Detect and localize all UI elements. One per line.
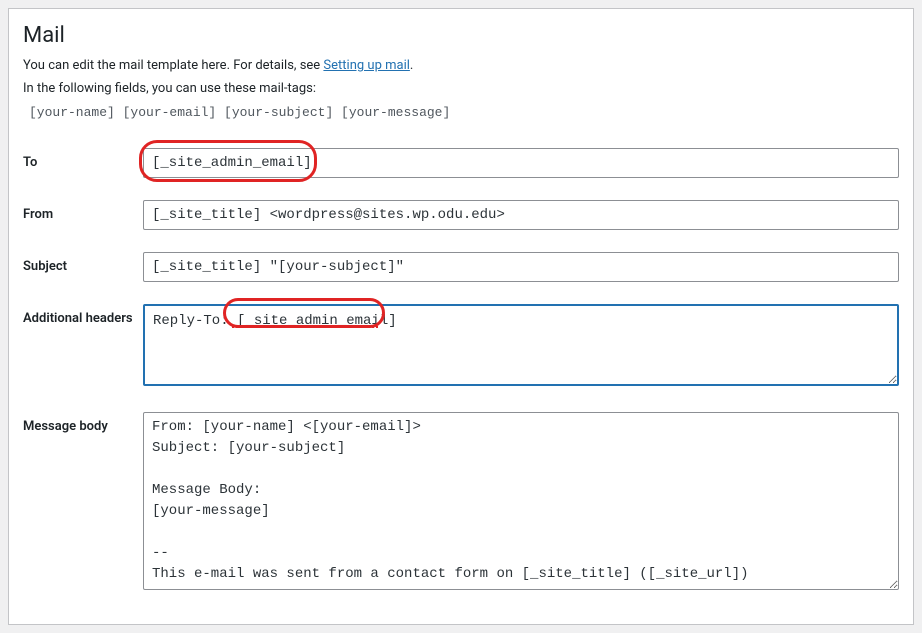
input-subject[interactable] <box>143 252 899 282</box>
textarea-headers[interactable] <box>143 304 899 386</box>
cell-from <box>143 200 899 230</box>
setting-up-mail-link[interactable]: Setting up mail <box>323 58 409 73</box>
form-table: To From Subject Additional headers <box>23 148 899 594</box>
cell-to <box>143 148 899 178</box>
input-to[interactable] <box>143 148 899 178</box>
row-subject: Subject <box>23 252 899 282</box>
input-from[interactable] <box>143 200 899 230</box>
row-from: From <box>23 200 899 230</box>
row-body: Message body <box>23 412 899 594</box>
intro-line-1: You can edit the mail template here. For… <box>23 56 899 76</box>
mail-panel: Mail You can edit the mail template here… <box>8 8 914 625</box>
label-from: From <box>23 200 143 224</box>
section-title: Mail <box>23 23 899 48</box>
label-to: To <box>23 148 143 172</box>
cell-body <box>143 412 899 594</box>
intro-line-2: In the following fields, you can use the… <box>23 79 899 99</box>
cell-subject <box>143 252 899 282</box>
intro-prefix: You can edit the mail template here. For… <box>23 58 323 73</box>
label-subject: Subject <box>23 252 143 276</box>
row-to: To <box>23 148 899 178</box>
label-headers: Additional headers <box>23 304 143 328</box>
label-body: Message body <box>23 412 143 436</box>
textarea-body[interactable] <box>143 412 899 590</box>
intro-suffix: . <box>410 58 413 73</box>
mail-tags: [your-name] [your-email] [your-subject] … <box>23 101 899 130</box>
cell-headers <box>143 304 899 390</box>
row-headers: Additional headers <box>23 304 899 390</box>
